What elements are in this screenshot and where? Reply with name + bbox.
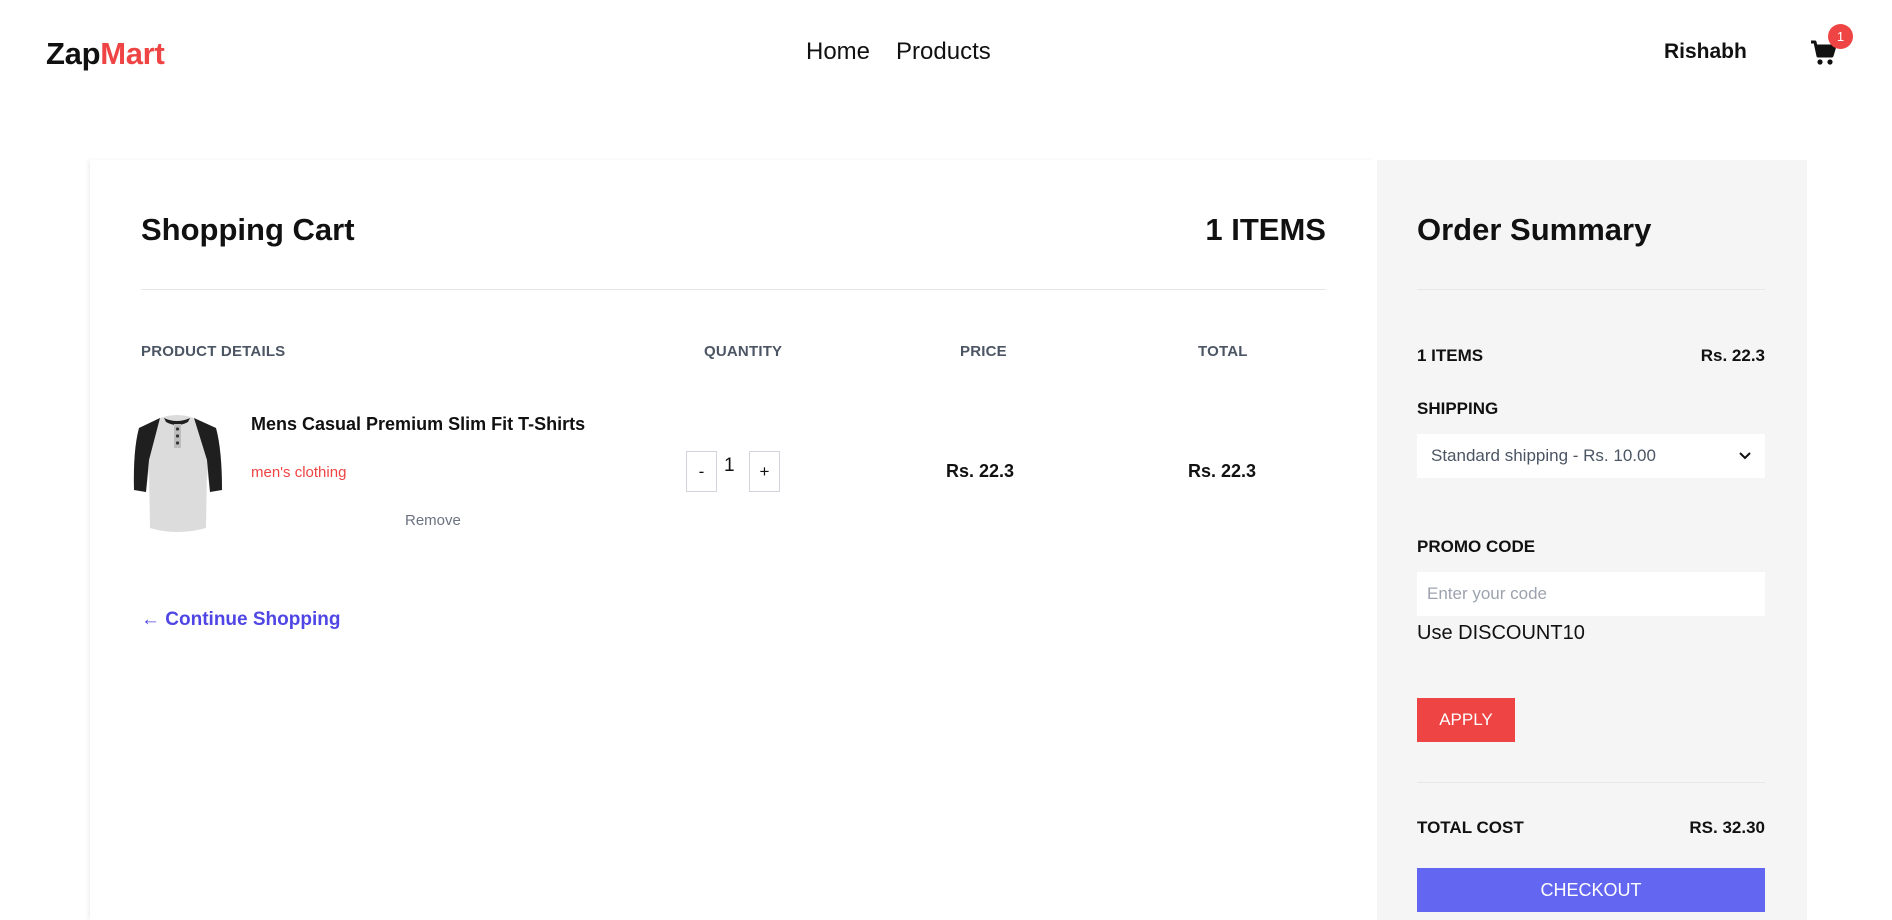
- shipping-selected-value: Standard shipping - Rs. 10.00: [1431, 446, 1656, 465]
- cart-panel: [90, 160, 1375, 920]
- main-nav: Home Products: [806, 38, 991, 66]
- quantity-decrement-button[interactable]: -: [686, 451, 717, 492]
- item-total: Rs. 22.3: [1188, 461, 1257, 481]
- checkout-button[interactable]: CHECKOUT: [1417, 868, 1765, 912]
- shipping-select[interactable]: Standard shipping - Rs. 10.00: [1417, 434, 1765, 478]
- product-name[interactable]: Mens Casual Premium Slim Fit T-Shirts: [251, 414, 585, 435]
- tshirt-image: [133, 415, 222, 532]
- cart-divider: [141, 289, 1326, 290]
- product-category: men's clothing: [251, 464, 347, 481]
- quantity-value: 1: [724, 455, 735, 476]
- summary-items-value: Rs. 22.3: [1700, 346, 1765, 365]
- summary-divider-bottom: [1417, 782, 1765, 783]
- remove-item-button[interactable]: Remove: [405, 512, 461, 529]
- promo-code-input[interactable]: [1417, 572, 1765, 616]
- nav-home-link[interactable]: Home: [806, 38, 870, 66]
- item-price: Rs. 22.3: [946, 461, 1015, 481]
- apply-promo-button[interactable]: APPLY: [1417, 698, 1515, 742]
- total-cost-value: RS. 32.30: [1689, 818, 1765, 837]
- column-header-price: PRICE: [960, 343, 1007, 360]
- user-name[interactable]: Rishabh: [1664, 40, 1747, 64]
- nav-products-link[interactable]: Products: [896, 38, 991, 66]
- top-navbar: ZapMart Home Products Rishabh 1: [0, 0, 1892, 106]
- cart-count-badge: 1: [1828, 24, 1853, 49]
- brand-logo[interactable]: ZapMart: [46, 36, 165, 72]
- column-header-total: TOTAL: [1198, 343, 1248, 360]
- product-image: [130, 410, 225, 535]
- quantity-increment-button[interactable]: +: [749, 451, 780, 492]
- promo-hint: Use DISCOUNT10: [1417, 622, 1585, 644]
- continue-shopping-link[interactable]: ← Continue Shopping: [141, 609, 340, 631]
- logo-text-mart: Mart: [100, 36, 165, 71]
- cart-title: Shopping Cart: [141, 212, 355, 247]
- summary-items-label: 1 ITEMS: [1417, 346, 1484, 365]
- column-header-product-details: PRODUCT DETAILS: [141, 343, 286, 360]
- logo-text-zap: Zap: [46, 36, 101, 71]
- promo-code-label: PROMO CODE: [1417, 537, 1536, 556]
- order-summary-title: Order Summary: [1417, 212, 1652, 247]
- total-cost-label: TOTAL COST: [1417, 818, 1524, 837]
- cart-item-count: 1 ITEMS: [1205, 212, 1326, 247]
- shipping-label: SHIPPING: [1417, 399, 1499, 418]
- summary-divider: [1417, 289, 1765, 290]
- column-header-quantity: QUANTITY: [704, 343, 783, 360]
- chevron-down-icon: [1739, 452, 1751, 460]
